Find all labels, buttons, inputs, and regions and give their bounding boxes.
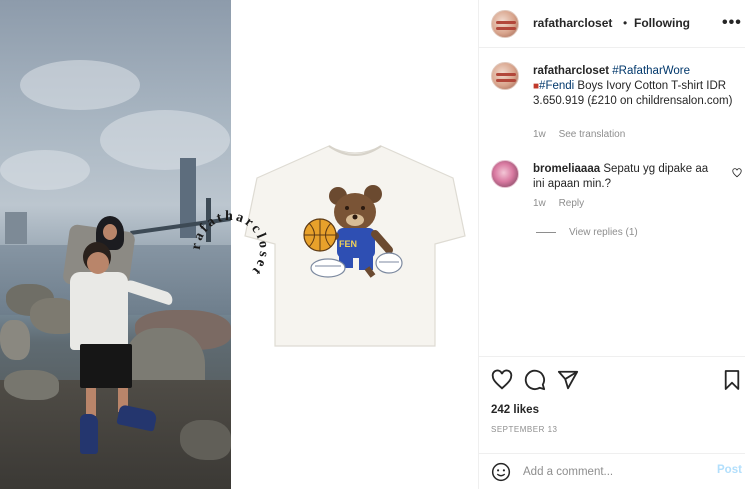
likes-count[interactable]: 242 likes — [491, 404, 539, 416]
svg-text:FEN: FEN — [339, 239, 357, 249]
building — [5, 212, 27, 244]
kid-face — [87, 252, 109, 274]
paper-plane-icon[interactable] — [557, 369, 579, 391]
comment-username[interactable]: bromeliaaaa — [533, 163, 600, 175]
action-bar: 242 likes SEPTEMBER 13 Post — [479, 356, 745, 489]
view-replies-button[interactable]: View replies (1) — [569, 227, 638, 238]
cloud — [0, 150, 90, 190]
add-comment-bar: Post — [479, 453, 745, 489]
caption-avatar[interactable] — [491, 62, 519, 90]
following-button[interactable]: Following — [634, 16, 690, 30]
post-header: rafatharcloset • Following ••• — [479, 0, 745, 48]
caption: rafatharcloset #RafatharWore ■#Fendi Boy… — [533, 64, 733, 109]
watermark-logo: rafatharcloset — [189, 209, 271, 279]
caption-meta: 1w See translation — [533, 129, 635, 140]
reply-button[interactable]: Reply — [559, 198, 585, 209]
cloud — [20, 60, 140, 110]
comment: bromeliaaaa Sepatu yg dipake aa ini apaa… — [533, 162, 719, 192]
caption-time: 1w — [533, 129, 546, 140]
header-username[interactable]: rafatharcloset — [533, 16, 612, 30]
emoji-icon[interactable] — [491, 462, 511, 482]
rock — [0, 320, 30, 360]
cloud — [100, 110, 230, 170]
commenter-avatar[interactable] — [491, 160, 519, 188]
bookmark-icon[interactable] — [723, 369, 741, 391]
rock — [4, 370, 59, 400]
post-date: SEPTEMBER 13 — [491, 425, 558, 434]
kid-shirt — [70, 272, 128, 350]
post-sidebar: rafatharcloset • Following ••• rafatharc… — [478, 0, 745, 489]
rock — [180, 420, 231, 460]
post-media[interactable]: FEN rafatharcloset — [0, 0, 478, 489]
hashtag-rafatharwore[interactable]: #RafatharWore — [612, 65, 690, 77]
see-translation-link[interactable]: See translation — [559, 129, 626, 140]
kid-shoe — [80, 414, 98, 454]
adult-face — [103, 224, 117, 240]
caption-username[interactable]: rafatharcloset — [533, 65, 609, 77]
separator-dot: • — [623, 16, 628, 30]
svg-text:rafatharcloset: rafatharcloset — [189, 209, 271, 279]
comment-input[interactable] — [523, 462, 703, 482]
more-options-icon[interactable]: ••• — [722, 14, 742, 32]
heart-icon[interactable] — [491, 369, 513, 391]
avatar[interactable] — [491, 10, 519, 38]
post-button[interactable]: Post — [717, 464, 742, 476]
comment-icon[interactable] — [524, 369, 546, 391]
replies-divider — [536, 232, 556, 233]
comment-meta: 1w Reply — [533, 198, 594, 209]
hashtag-fendi[interactable]: #Fendi — [539, 80, 574, 92]
kid-shorts — [80, 344, 132, 388]
kid-leg — [86, 388, 96, 416]
comment-time: 1w — [533, 198, 546, 209]
comment-like-heart-icon[interactable] — [732, 168, 742, 178]
